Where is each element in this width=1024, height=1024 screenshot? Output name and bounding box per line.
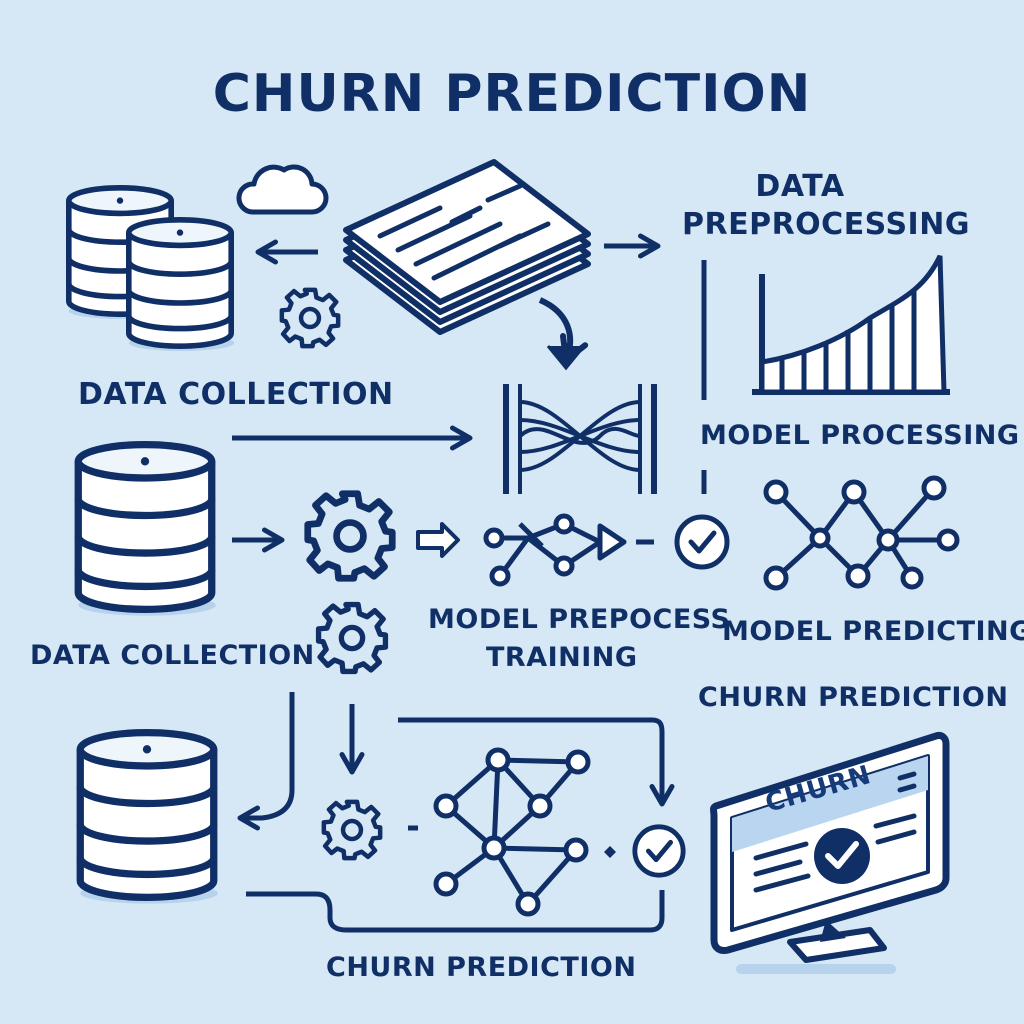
connector-dot <box>604 846 616 858</box>
connector-line <box>246 890 665 933</box>
arrow-icon <box>237 692 295 831</box>
database-icon <box>129 220 235 351</box>
database-icon <box>80 733 218 904</box>
label-data-collection-top: DATA COLLECTION <box>78 377 394 412</box>
arrow-icon <box>416 522 460 558</box>
label-model-prepocess: MODEL PREPOCESS <box>428 604 731 635</box>
label-training: TRAINING <box>486 642 638 673</box>
label-churn-prediction-bottom: CHURN PREDICTION <box>326 952 637 983</box>
gear-icon <box>282 290 338 346</box>
label-data-preprocessing-line1: DATA <box>755 169 845 204</box>
neural-network-icon <box>503 384 657 494</box>
gear-icon <box>308 494 392 578</box>
label-churn-prediction-right: CHURN PREDICTION <box>698 682 1009 713</box>
arrow-head <box>546 345 586 371</box>
check-circle-icon <box>635 827 683 875</box>
label-model-predicting: MODEL PREDICTING <box>722 616 1024 647</box>
network-graph-icon <box>433 747 591 917</box>
diagram-canvas <box>0 159 960 974</box>
label-model-processing: MODEL PROCESSING <box>700 420 1020 451</box>
check-circle-icon <box>677 517 727 567</box>
gear-icon <box>324 802 380 858</box>
bar-chart-icon <box>752 254 950 395</box>
database-icon <box>78 445 216 616</box>
label-data-preprocessing-line2: PREPROCESSING <box>682 207 970 242</box>
network-graph-icon <box>483 513 627 587</box>
gear-icon <box>319 605 386 672</box>
network-graph-icon <box>763 475 960 591</box>
label-data-collection-mid: DATA COLLECTION <box>30 640 315 671</box>
cloud-icon <box>236 164 329 215</box>
